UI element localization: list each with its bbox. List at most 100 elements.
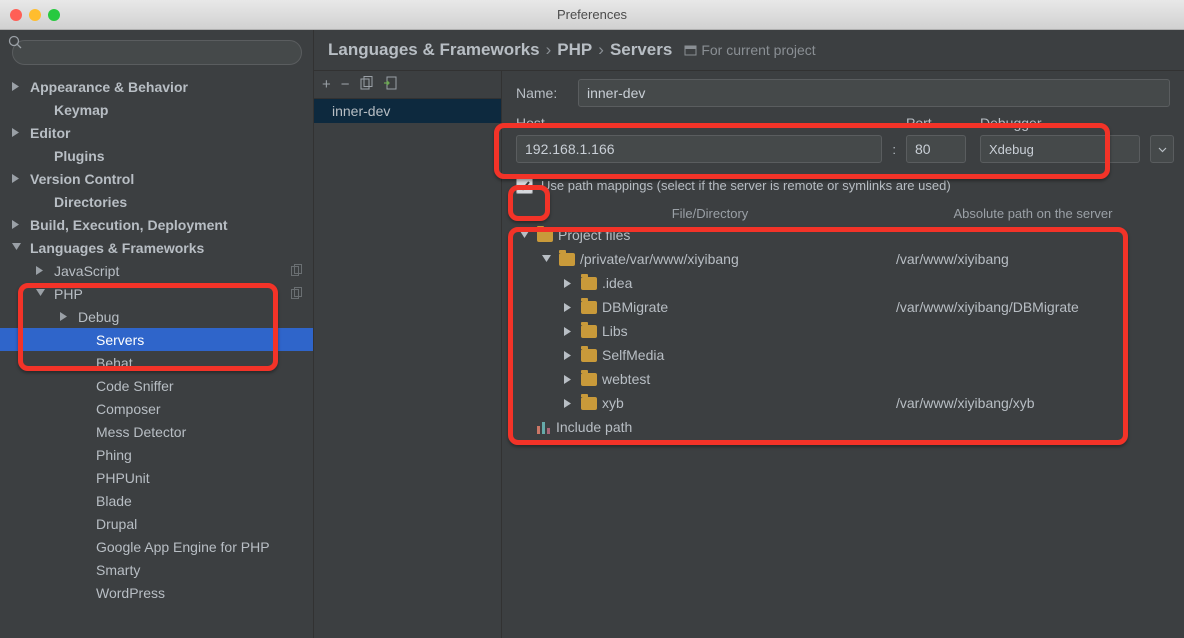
sidebar-item-label: Smarty	[96, 562, 140, 578]
mapping-row[interactable]: .idea	[516, 271, 1170, 295]
sidebar-item[interactable]: Code Sniffer	[0, 374, 313, 397]
path-mappings-label: Use path mappings (select if the server …	[541, 178, 951, 193]
debugger-dropdown-button[interactable]	[1150, 135, 1174, 163]
chevron-down-icon	[1158, 145, 1167, 154]
search-wrap	[0, 30, 313, 71]
sidebar-item-label: PHPUnit	[96, 470, 150, 486]
mapping-remote-path[interactable]: /var/www/xiyibang	[896, 251, 1009, 267]
sidebar-item[interactable]: Behat	[0, 351, 313, 374]
sidebar-item[interactable]: WordPress	[0, 581, 313, 604]
breadcrumb-seg: Languages & Frameworks	[328, 40, 540, 60]
breadcrumb-scope: For current project	[684, 42, 815, 58]
sidebar-item[interactable]: Languages & Frameworks	[0, 236, 313, 259]
sidebar-item-label: Mess Detector	[96, 424, 186, 440]
sidebar-item[interactable]: Appearance & Behavior	[0, 75, 313, 98]
disclosure-right-icon[interactable]	[60, 312, 74, 321]
folder-icon	[537, 229, 553, 242]
library-icon	[537, 420, 551, 434]
disclosure-right-icon[interactable]	[564, 399, 576, 408]
remove-server-button[interactable]: −	[341, 76, 350, 93]
disclosure-right-icon[interactable]	[12, 128, 26, 137]
sidebar-item-label: Build, Execution, Deployment	[30, 217, 228, 233]
mapping-row[interactable]: SelfMedia	[516, 343, 1170, 367]
mapping-local-path: DBMigrate	[602, 299, 668, 315]
disclosure-right-icon[interactable]	[12, 174, 26, 183]
sidebar-item[interactable]: Editor	[0, 121, 313, 144]
disclosure-right-icon[interactable]	[564, 327, 576, 336]
import-server-button[interactable]	[384, 76, 398, 94]
server-item[interactable]: inner-dev	[314, 99, 501, 123]
sidebar-item[interactable]: PHP	[0, 282, 313, 305]
sidebar-item[interactable]: Composer	[0, 397, 313, 420]
sidebar-item-label: Phing	[96, 447, 132, 463]
maximize-window-button[interactable]	[48, 9, 60, 21]
sidebar-item-label: Composer	[96, 401, 161, 417]
mapping-row[interactable]: webtest	[516, 367, 1170, 391]
mapping-remote-path[interactable]: /var/www/xiyibang/xyb	[896, 395, 1035, 411]
sidebar-item[interactable]: Keymap	[0, 98, 313, 121]
disclosure-down-icon[interactable]	[520, 231, 532, 240]
disclosure-down-icon[interactable]	[36, 289, 50, 298]
name-input[interactable]	[578, 79, 1170, 107]
folder-icon	[559, 253, 575, 266]
sidebar-item-label: Behat	[96, 355, 133, 371]
sidebar-item[interactable]: PHPUnit	[0, 466, 313, 489]
debugger-select[interactable]: Xdebug	[980, 135, 1140, 163]
search-input[interactable]	[12, 40, 302, 65]
mapping-remote-path[interactable]: /var/www/xiyibang/DBMigrate	[896, 299, 1079, 315]
folder-icon	[581, 397, 597, 410]
disclosure-right-icon[interactable]	[564, 375, 576, 384]
sidebar-item[interactable]: JavaScript	[0, 259, 313, 282]
sidebar-item[interactable]: Drupal	[0, 512, 313, 535]
breadcrumb-seg: Servers	[610, 40, 672, 60]
mapping-row[interactable]: Libs	[516, 319, 1170, 343]
mapping-row[interactable]: Project files	[516, 223, 1170, 247]
disclosure-right-icon[interactable]	[564, 351, 576, 360]
server-detail-panel: Name: Host : Port Debugger	[502, 71, 1184, 638]
mapping-local-path: Libs	[602, 323, 628, 339]
sidebar-item[interactable]: Google App Engine for PHP	[0, 535, 313, 558]
mapping-local-path: /private/var/www/xiyibang	[580, 251, 739, 267]
mapping-row[interactable]: DBMigrate/var/www/xiyibang/DBMigrate	[516, 295, 1170, 319]
sidebar-item[interactable]: Debug	[0, 305, 313, 328]
copy-server-button[interactable]	[360, 76, 374, 94]
sidebar-item-label: Google App Engine for PHP	[96, 539, 270, 555]
host-port-sep: :	[888, 142, 900, 163]
sidebar-item[interactable]: Blade	[0, 489, 313, 512]
host-input[interactable]	[516, 135, 882, 163]
path-mappings-checkbox[interactable]	[516, 177, 533, 194]
disclosure-right-icon[interactable]	[36, 266, 50, 275]
port-input[interactable]	[906, 135, 966, 163]
debugger-label: Debugger	[980, 115, 1140, 131]
sidebar-item[interactable]: Mess Detector	[0, 420, 313, 443]
sidebar-item-label: Servers	[96, 332, 144, 348]
host-label: Host	[516, 115, 882, 131]
disclosure-right-icon[interactable]	[12, 220, 26, 229]
sidebar-item[interactable]: Version Control	[0, 167, 313, 190]
sidebar-item[interactable]: Phing	[0, 443, 313, 466]
mapping-row[interactable]: Include path	[516, 415, 1170, 439]
sidebar-item[interactable]: Plugins	[0, 144, 313, 167]
mapping-row[interactable]: xyb/var/www/xiyibang/xyb	[516, 391, 1170, 415]
disclosure-right-icon[interactable]	[564, 279, 576, 288]
disclosure-right-icon[interactable]	[12, 82, 26, 91]
disclosure-down-icon[interactable]	[542, 255, 554, 264]
sidebar-item[interactable]: Servers	[0, 328, 313, 351]
sidebar-item-label: Debug	[78, 309, 119, 325]
scope-icon	[684, 44, 697, 57]
breadcrumb-sep: ›	[546, 40, 552, 60]
disclosure-right-icon[interactable]	[564, 303, 576, 312]
minimize-window-button[interactable]	[29, 9, 41, 21]
server-list-panel: + − inner-dev	[314, 71, 502, 638]
content-area: Languages & Frameworks › PHP › Servers F…	[314, 30, 1184, 638]
sidebar-item[interactable]: Directories	[0, 190, 313, 213]
disclosure-down-icon[interactable]	[12, 243, 26, 252]
sidebar-item[interactable]: Build, Execution, Deployment	[0, 213, 313, 236]
close-window-button[interactable]	[10, 9, 22, 21]
sidebar-item[interactable]: Smarty	[0, 558, 313, 581]
mapping-row[interactable]: /private/var/www/xiyibang/var/www/xiyiba…	[516, 247, 1170, 271]
sidebar-item-label: Keymap	[54, 102, 108, 118]
traffic-lights	[0, 9, 60, 21]
add-server-button[interactable]: +	[322, 76, 331, 93]
sidebar-item-label: Languages & Frameworks	[30, 240, 204, 256]
